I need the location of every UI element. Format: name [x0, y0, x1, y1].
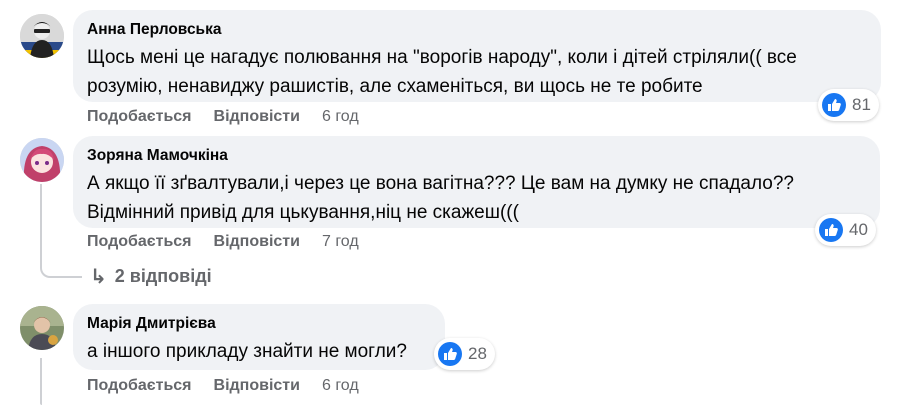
comment-author[interactable]: Анна Перловська: [87, 20, 865, 40]
reaction-summary[interactable]: 40: [815, 214, 876, 246]
like-button[interactable]: Подобається: [87, 108, 192, 126]
comment-time[interactable]: 6 год: [322, 108, 359, 126]
comment-time[interactable]: 7 год: [322, 233, 359, 251]
reaction-count: 81: [852, 95, 871, 114]
reply-button[interactable]: Відповісти: [214, 377, 300, 395]
comment-time[interactable]: 6 год: [322, 377, 359, 395]
comment-text-line: А якщо її зґвалтували,і через це вона ва…: [87, 173, 794, 194]
avatar-anna-icon: [20, 14, 64, 58]
comment-bubble: Анна Перловська Щось мені це нагадує пол…: [73, 10, 881, 102]
avatar[interactable]: [20, 138, 64, 182]
reply-arrow-icon: ↳: [90, 266, 107, 288]
comment-text: А якщо її зґвалтували,і через це вона ва…: [87, 169, 864, 227]
like-icon: [822, 93, 846, 117]
comment-text: Щось мені це нагадує полювання на "ворог…: [87, 43, 865, 101]
reaction-count: 40: [849, 220, 868, 239]
comment-author[interactable]: Марія Дмитрієва: [87, 314, 429, 334]
reaction-summary[interactable]: 28: [434, 338, 495, 370]
comment-actions: Подобається Відповісти 6 год: [87, 377, 359, 395]
replies-count-label: 2 відповіді: [114, 266, 212, 286]
reaction-summary[interactable]: 81: [818, 89, 879, 121]
comment-text-line: Відмінний привід для цькування,ніц не ск…: [87, 202, 519, 223]
avatar-zoryana-icon: [20, 138, 64, 182]
like-button[interactable]: Подобається: [87, 233, 192, 251]
like-button[interactable]: Подобається: [87, 377, 192, 395]
reply-button[interactable]: Відповісти: [214, 108, 300, 126]
comment-author[interactable]: Зоряна Мамочкіна: [87, 146, 864, 166]
avatar[interactable]: [20, 306, 64, 350]
avatar[interactable]: [20, 14, 64, 58]
comment-bubble: Зоряна Мамочкіна А якщо її зґвалтували,і…: [73, 136, 880, 228]
like-icon: [819, 218, 843, 242]
reply-button[interactable]: Відповісти: [214, 233, 300, 251]
comment-bubble: Марія Дмитрієва а іншого прикладу знайти…: [73, 304, 445, 370]
comment-actions: Подобається Відповісти 6 год: [87, 108, 359, 126]
thread-line: [40, 358, 42, 405]
comment-text: а іншого прикладу знайти не могли?: [87, 337, 429, 366]
comment-text-line: а іншого прикладу знайти не могли?: [87, 341, 407, 362]
comment-actions: Подобається Відповісти 7 год: [87, 233, 359, 251]
comment-text-line: розумію, ненавиджу рашистів, але схамені…: [87, 76, 703, 97]
like-icon: [438, 342, 462, 366]
view-replies-link[interactable]: ↳ 2 відповіді: [90, 264, 212, 289]
avatar-mariya-icon: [20, 306, 64, 350]
comment-text-line: Щось мені це нагадує полювання на "ворог…: [87, 47, 797, 68]
reaction-count: 28: [468, 344, 487, 363]
